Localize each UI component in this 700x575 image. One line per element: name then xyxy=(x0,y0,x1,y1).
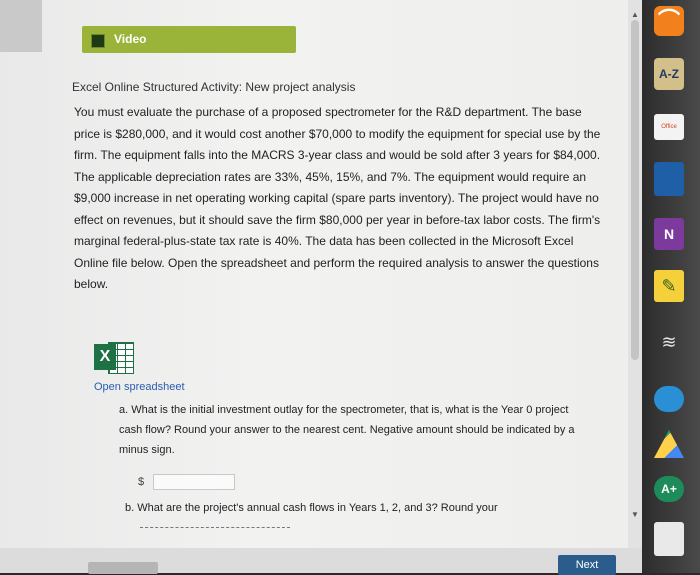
excel-letter: X xyxy=(94,344,116,370)
excel-icon[interactable]: X xyxy=(94,340,134,374)
question-a-text: a. What is the initial investment outlay… xyxy=(119,404,575,456)
next-button[interactable]: Next xyxy=(558,555,616,575)
drive-icon[interactable] xyxy=(654,430,684,458)
problem-statement: You must evaluate the purchase of a prop… xyxy=(74,105,601,291)
year0-cash-flow-input[interactable] xyxy=(153,474,235,490)
book-icon[interactable] xyxy=(654,162,684,196)
content-page: Video Excel Online Structured Activity: … xyxy=(0,0,642,575)
rss-icon[interactable]: ⌒ xyxy=(654,6,684,36)
scroll-up-icon[interactable]: ▲ xyxy=(631,10,639,19)
a-z-icon[interactable]: A-Z xyxy=(654,58,684,90)
cloud-icon[interactable] xyxy=(654,386,684,412)
left-panel-strip xyxy=(0,0,42,52)
film-icon xyxy=(91,34,105,48)
scroll-down-icon[interactable]: ▼ xyxy=(631,510,639,519)
video-button[interactable]: Video xyxy=(82,26,296,53)
question-b-text: b. What are the project's annual cash fl… xyxy=(125,502,498,514)
office-icon[interactable]: Office xyxy=(654,114,684,140)
open-spreadsheet-link[interactable]: Open spreadsheet xyxy=(94,381,185,393)
previous-button[interactable] xyxy=(88,562,158,574)
currency-symbol: $ xyxy=(138,476,145,488)
grammarly-icon[interactable]: A+ xyxy=(654,476,684,502)
pencil-icon[interactable]: ✎ xyxy=(654,270,684,302)
signal-icon[interactable]: ≋ xyxy=(654,326,684,358)
scroll-thumb[interactable] xyxy=(631,20,639,360)
app-dock: ⌒ A-Z Office N ✎ ≋ A+ xyxy=(642,0,700,573)
video-label: Video xyxy=(114,32,147,46)
onenote-icon[interactable]: N xyxy=(654,218,684,250)
divider xyxy=(140,527,290,528)
activity-title: Excel Online Structured Activity: New pr… xyxy=(72,80,356,94)
notebook-icon[interactable] xyxy=(654,522,684,556)
scrollbar[interactable]: ▲ ▼ xyxy=(628,0,642,548)
